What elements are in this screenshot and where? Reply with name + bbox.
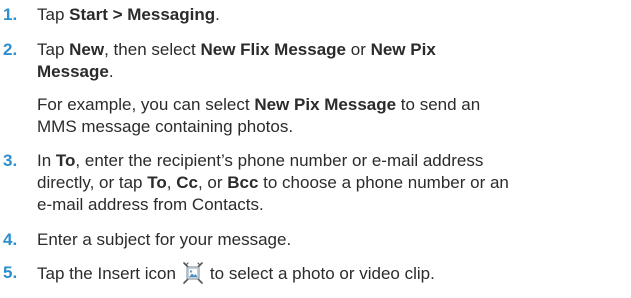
step-text-line-1: Tap New, then select New Flix Message or…	[37, 40, 436, 59]
step-text: Tap the Insert icon to select a photo or…	[37, 262, 435, 284]
step-text: Tap Start > Messaging.	[37, 5, 220, 24]
step-text-line-1: In To, enter the recipient’s phone numbe…	[37, 151, 484, 170]
step-number: 3.	[3, 151, 18, 170]
step-text-line-2: Message.	[37, 62, 114, 81]
step-text: Enter a subject for your message.	[37, 230, 292, 249]
insert-media-icon	[180, 262, 206, 284]
step-note-line-2: MMS message containing photos.	[37, 117, 294, 136]
step-text-line-2: directly, or tap To, Cc, or Bcc to choos…	[37, 173, 509, 192]
step-number: 4.	[3, 230, 18, 249]
instruction-steps: 1. Tap Start > Messaging. 2. Tap New, th…	[0, 0, 631, 298]
step-number: 5.	[3, 263, 18, 282]
step-number: 1.	[3, 5, 18, 24]
step-text-line-3: e-mail address from Contacts.	[37, 195, 264, 214]
step-note-line-1: For example, you can select New Pix Mess…	[37, 95, 481, 114]
step-number: 2.	[3, 40, 18, 59]
